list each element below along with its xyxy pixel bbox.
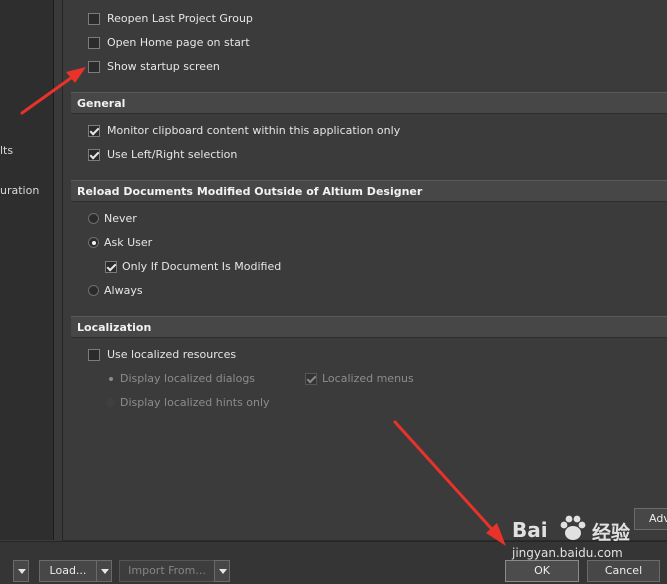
monitor-clipboard-label: Monitor clipboard content within this ap… (107, 124, 401, 137)
baidu-jingyan-watermark: Bai 经验 jingyan.baidu.com (508, 508, 648, 568)
watermark-url: jingyan.baidu.com (512, 546, 623, 560)
only-if-modified-checkbox[interactable] (105, 261, 117, 273)
tree-item-configuration[interactable]: uration (0, 184, 39, 197)
reload-never-radio[interactable] (88, 213, 99, 224)
reload-ask-user-label: Ask User (104, 236, 153, 249)
import-from-button[interactable]: Import From... (119, 560, 215, 582)
reload-ask-user-radio[interactable] (88, 237, 99, 248)
options-tree-panel: lts uration (0, 0, 54, 540)
reload-always-radio[interactable] (88, 285, 99, 296)
load-dropdown-button[interactable] (96, 560, 112, 582)
open-home-page-label: Open Home page on start (107, 36, 250, 49)
display-localized-hints-radio[interactable] (106, 398, 115, 407)
only-if-modified-label: Only If Document Is Modified (122, 260, 282, 273)
reload-never-label: Never (104, 212, 137, 225)
watermark-brand: Bai (512, 518, 548, 542)
watermark-brand-tail: 经验 (592, 522, 631, 544)
general-section-header[interactable]: General (71, 92, 667, 114)
monitor-clipboard-checkbox[interactable] (88, 125, 100, 137)
show-startup-screen-label: Show startup screen (107, 60, 220, 73)
reload-always-label: Always (104, 284, 143, 297)
save-dropdown-button[interactable] (13, 560, 29, 582)
open-home-page-checkbox[interactable] (88, 37, 100, 49)
use-left-right-selection-checkbox[interactable] (88, 149, 100, 161)
localization-section-header[interactable]: Localization (71, 316, 667, 338)
show-startup-screen-checkbox[interactable] (88, 61, 100, 73)
use-localized-resources-checkbox[interactable] (88, 349, 100, 361)
localized-menus-label: Localized menus (322, 372, 414, 385)
tree-item-defaults[interactable]: lts (0, 144, 13, 157)
display-localized-hints-label: Display localized hints only (120, 396, 270, 409)
import-dropdown-button[interactable] (214, 560, 230, 582)
use-left-right-selection-label: Use Left/Right selection (107, 148, 238, 161)
use-localized-resources-label: Use localized resources (107, 348, 237, 361)
reopen-last-project-group-label: Reopen Last Project Group (107, 12, 253, 25)
reopen-last-project-group-checkbox[interactable] (88, 13, 100, 25)
paw-icon (560, 515, 586, 540)
reload-documents-section-header[interactable]: Reload Documents Modified Outside of Alt… (71, 180, 667, 202)
localized-menus-checkbox[interactable] (305, 373, 317, 385)
display-localized-dialogs-label: Display localized dialogs (120, 372, 256, 385)
load-button[interactable]: Load... (39, 560, 97, 582)
display-localized-dialogs-radio[interactable] (106, 374, 115, 383)
